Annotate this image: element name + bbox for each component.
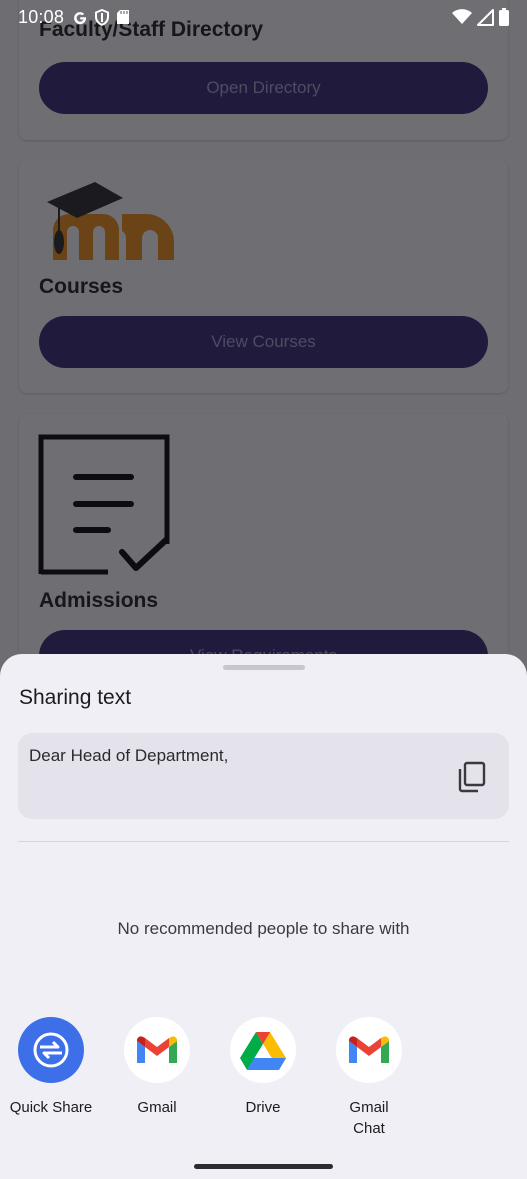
share-target-label: Gmail (137, 1099, 177, 1116)
status-time: 10:08 (18, 6, 65, 27)
divider (18, 841, 509, 842)
card-title: Admissions (39, 589, 159, 612)
card-courses: Courses View Courses (19, 160, 508, 393)
gmail-icon (124, 1017, 190, 1083)
battery-icon (499, 8, 509, 26)
view-courses-button[interactable]: View Courses (39, 316, 488, 368)
checklist-document-icon (38, 434, 170, 575)
card-title: Courses (39, 275, 124, 298)
share-target-label: Quick Share (9, 1099, 93, 1116)
share-target-drive[interactable]: Drive (210, 1017, 316, 1118)
copy-icon[interactable] (457, 761, 487, 793)
card-admissions: Admissions View Requirements (19, 414, 508, 660)
share-target-gmail[interactable]: Gmail (104, 1017, 210, 1118)
sheet-title: Sharing text (19, 686, 132, 709)
shield-icon (95, 8, 110, 26)
moodle-logo-icon (47, 182, 174, 260)
no-recommended-people-message: No recommended people to share with (117, 919, 410, 938)
wifi-icon (452, 9, 472, 24)
share-target-label: Gmail Chat (349, 1099, 389, 1137)
share-target-label: Drive (245, 1099, 281, 1116)
share-target-gmail-chat[interactable]: Gmail Chat (316, 1017, 422, 1139)
gesture-navigation-bar[interactable] (194, 1164, 333, 1169)
quick-share-icon (18, 1017, 84, 1083)
open-directory-button[interactable]: Open Directory (39, 62, 488, 114)
share-target-quick-share[interactable]: Quick Share (0, 1017, 104, 1118)
shared-text: Dear Head of Department, (29, 746, 229, 765)
shared-text-preview: Dear Head of Department, (18, 733, 509, 819)
sd-card-icon (117, 10, 130, 24)
status-bar: 10:08 (0, 0, 527, 34)
cellular-signal-icon (477, 8, 494, 26)
background-app: Faculty/Staff Directory Open Directory C… (0, 0, 527, 660)
gmail-icon (336, 1017, 402, 1083)
drive-icon (230, 1017, 296, 1083)
share-sheet: Sharing text Dear Head of Department, No… (0, 654, 527, 1179)
sheet-drag-handle[interactable] (223, 665, 305, 670)
google-g-icon (74, 12, 87, 25)
